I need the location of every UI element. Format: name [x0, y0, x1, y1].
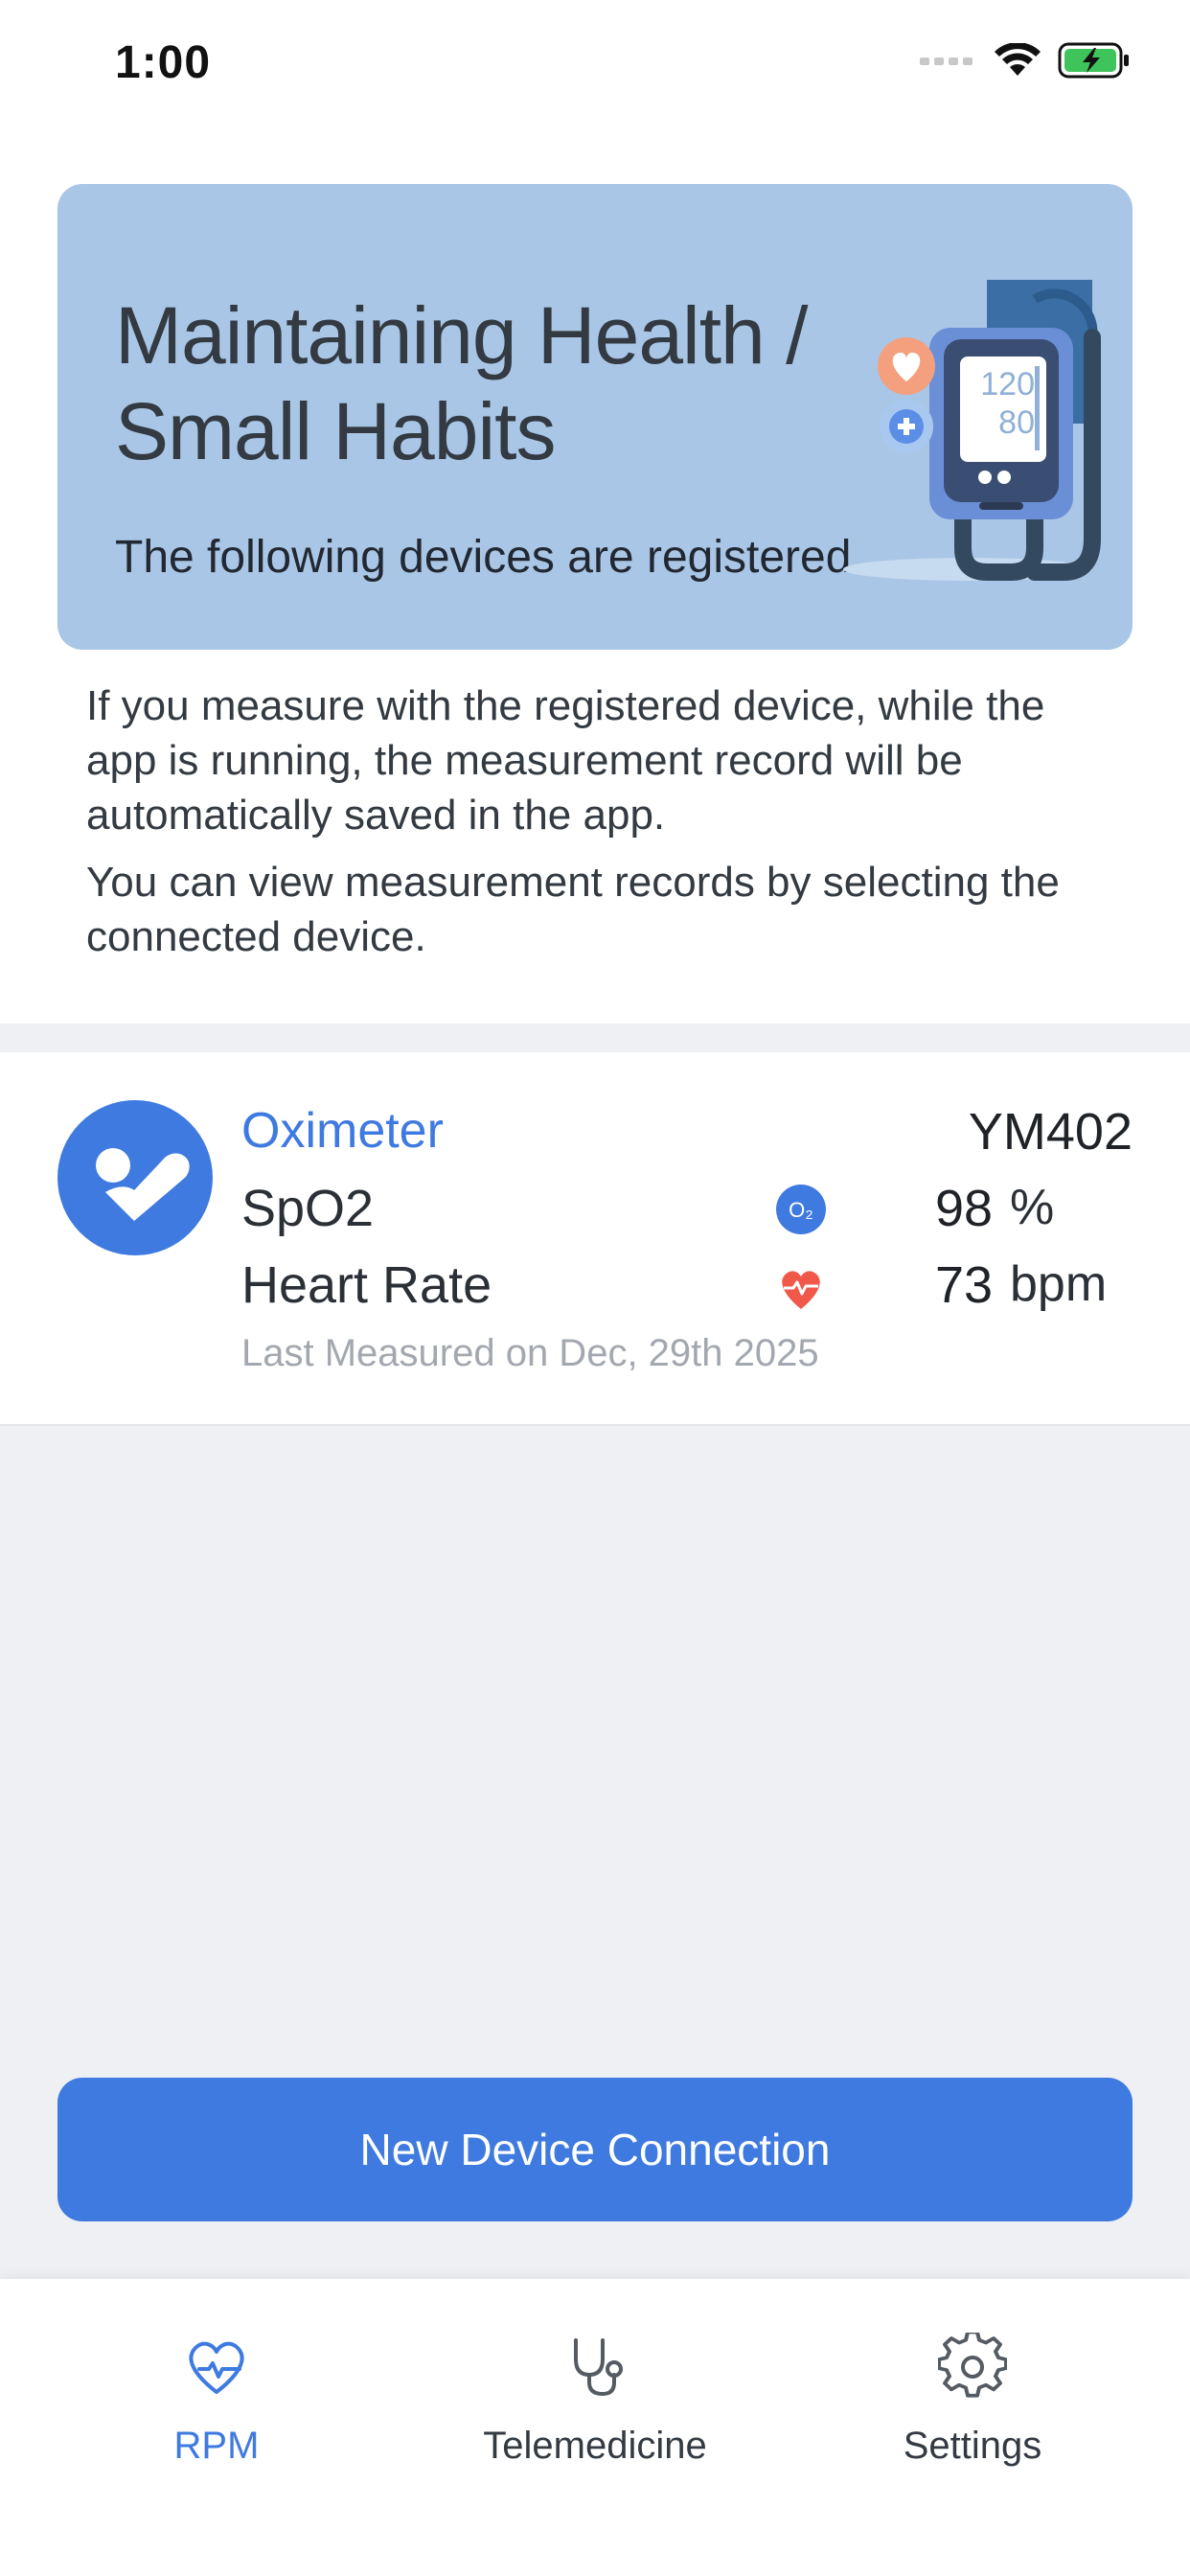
cellular-signal-icon — [920, 58, 973, 65]
heart-rate-unit: bpm — [1010, 1256, 1108, 1312]
status-time: 1:00 — [115, 37, 212, 88]
blood-pressure-monitor-illustration: 120 80 — [843, 280, 1101, 581]
health-banner: Maintaining Health / Small Habits The fo… — [57, 184, 1133, 650]
device-name: Oximeter — [241, 1103, 444, 1159]
tab-rpm[interactable]: RPM — [54, 2308, 379, 2499]
heart-rate-icon — [782, 1271, 820, 1309]
tab-settings[interactable]: Settings — [810, 2308, 1135, 2499]
tab-telemedicine-label: Telemedicine — [483, 2425, 707, 2467]
heart-device-icon — [96, 1148, 190, 1221]
device-card-oximeter[interactable]: Oximeter YM402 SpO2 O₂ 98 % Heart Rate 7… — [0, 1052, 1190, 1426]
illustration-systolic: 120 — [980, 366, 1035, 402]
spo2-label: SpO2 — [241, 1180, 375, 1237]
banner-title-line2: Small Habits — [115, 386, 556, 476]
oxygen-icon-text: O₂ — [789, 1198, 813, 1222]
oxygen-icon: O₂ — [776, 1184, 826, 1234]
banner-title: Maintaining Health / Small Habits — [115, 288, 843, 479]
wifi-icon — [995, 43, 1041, 76]
banner-subtitle: The following devices are registered — [115, 532, 852, 583]
battery-charging-icon — [1058, 42, 1129, 79]
banner-title-line1: Maintaining Health / — [115, 290, 808, 380]
screen: 1:00 Maintaining Health / Small Habits T… — [0, 0, 1190, 2576]
status-icons — [920, 42, 1131, 79]
spo2-unit: % — [1010, 1180, 1055, 1235]
device-avatar — [57, 1100, 213, 1255]
heart-rate-value: 73 — [935, 1256, 994, 1314]
stethoscope-icon — [574, 2338, 623, 2397]
status-bar: 1:00 — [0, 0, 1190, 134]
spo2-value: 98 — [935, 1180, 994, 1237]
tab-rpm-label: RPM — [173, 2425, 260, 2467]
device-model: YM402 — [968, 1103, 1133, 1161]
intro-section: Maintaining Health / Small Habits The fo… — [0, 134, 1190, 1024]
info-paragraph-view-records: You can view measurement records by sele… — [86, 859, 1060, 960]
heart-pulse-icon — [189, 2341, 244, 2394]
illustration-diastolic: 80 — [998, 404, 1035, 441]
info-paragraph-auto-save: If you measure with the registered devic… — [86, 682, 1045, 839]
new-device-connection-button[interactable]: New Device Connection — [57, 2078, 1133, 2221]
tab-telemedicine[interactable]: Telemedicine — [432, 2308, 758, 2499]
gear-icon — [938, 2333, 1007, 2398]
bottom-tab-bar: RPM Telemedicine Settings — [0, 2279, 1190, 2576]
last-measured-date: Last Measured on Dec, 29th 2025 — [241, 1332, 819, 1374]
tab-settings-label: Settings — [903, 2425, 1042, 2467]
heart-rate-label: Heart Rate — [241, 1256, 492, 1314]
